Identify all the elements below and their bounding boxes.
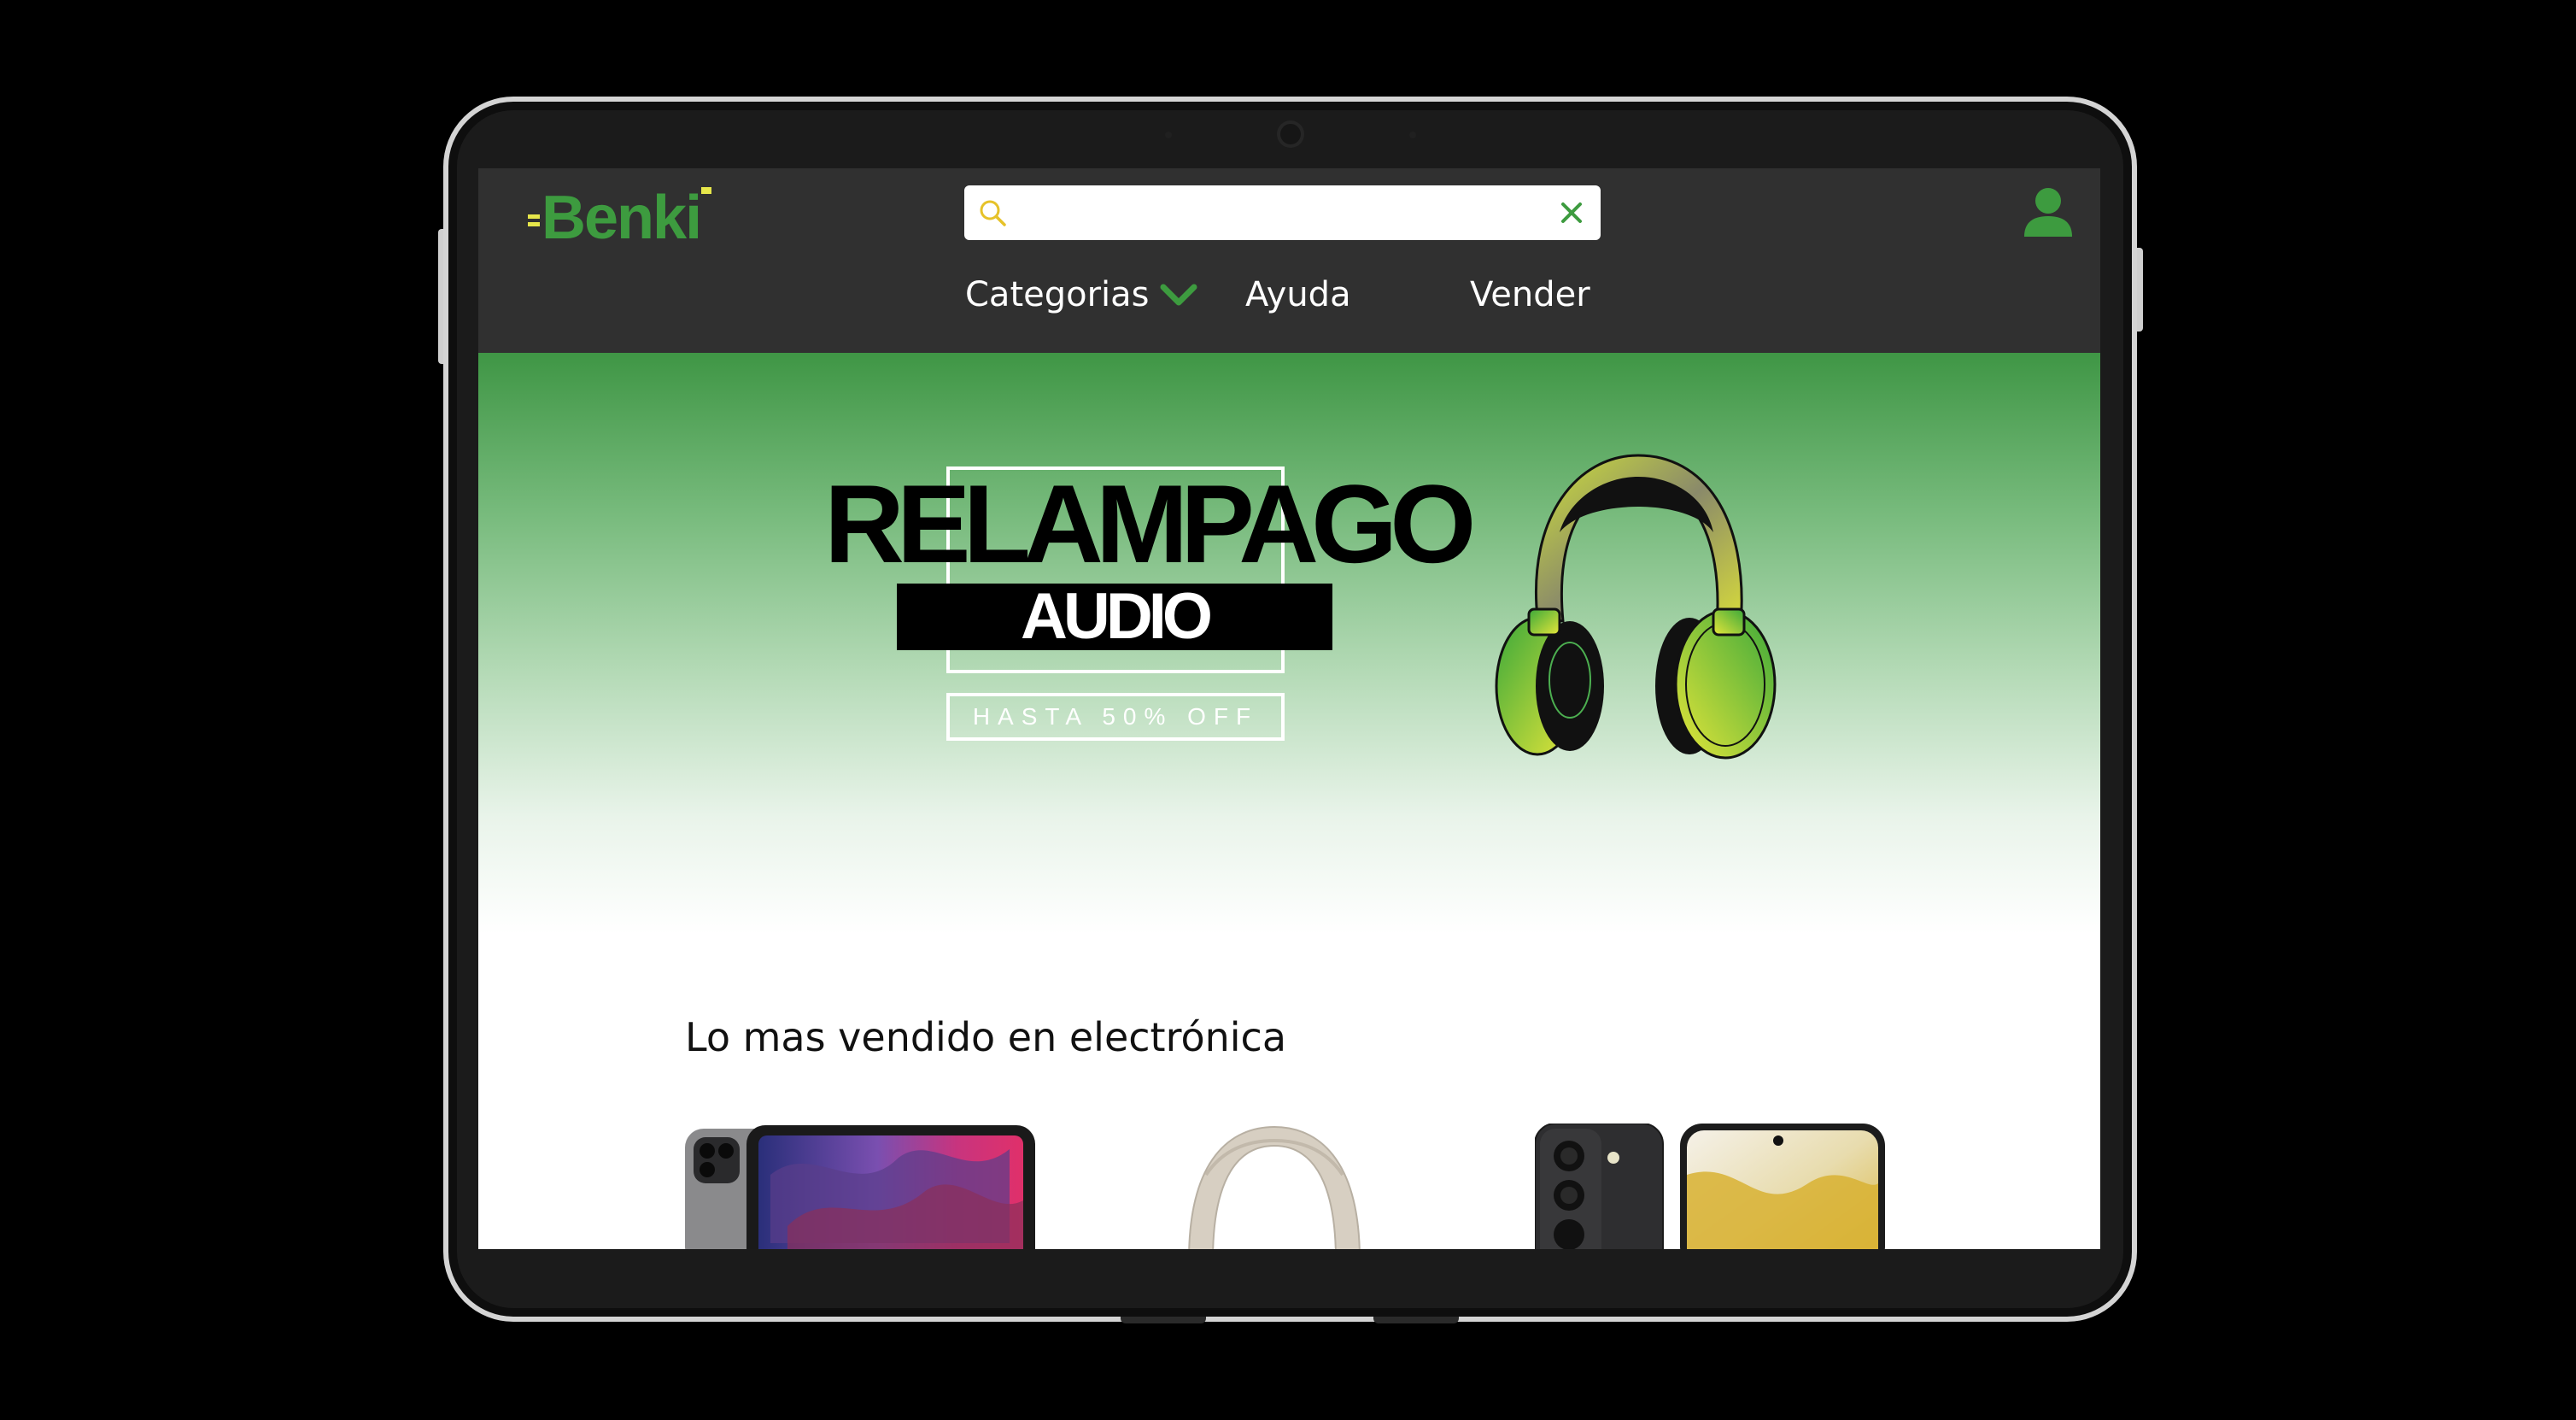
search-input[interactable] <box>1017 192 1530 233</box>
product-card-smartphone[interactable] <box>1535 1124 1885 1249</box>
tablet-connector <box>1121 1317 1206 1323</box>
banner-offer: HASTA 50% OFF <box>946 693 1285 741</box>
logo-accent-bars <box>528 214 540 226</box>
banner-subtitle-band: AUDIO <box>897 584 1332 650</box>
product-card-tablet[interactable] <box>685 1124 1035 1249</box>
chevron-down-icon <box>1160 284 1197 306</box>
product-card-headphones[interactable] <box>1180 1124 1531 1249</box>
tablet-connector <box>1373 1317 1459 1323</box>
nav-vender[interactable]: Vender <box>1470 267 1590 322</box>
search-bar[interactable] <box>964 185 1601 240</box>
front-camera <box>1280 124 1301 144</box>
site-header: Benki Categorias Ayuda Vender <box>478 168 2100 353</box>
search-icon[interactable] <box>978 198 1007 227</box>
tablet-screen: Benki Categorias Ayuda Vender RELAMPAGO … <box>478 168 2100 1249</box>
banner-subtitle: AUDIO <box>1021 580 1213 653</box>
banner-title: RELAMPAGO <box>824 461 1476 586</box>
sensor-dot <box>1165 132 1172 138</box>
benki-logo[interactable]: Benki <box>528 184 711 252</box>
nav-ayuda-label: Ayuda <box>1245 275 1351 314</box>
headphones-illustration <box>1495 454 1777 760</box>
section-title: Lo mas vendido en electrónica <box>685 1014 1287 1060</box>
user-account-icon[interactable] <box>2021 184 2075 238</box>
nav-vender-label: Vender <box>1470 275 1590 314</box>
close-icon[interactable] <box>1558 199 1585 226</box>
headphones-product-image <box>1188 1125 1361 1249</box>
smartphone-product-image <box>1535 1124 1885 1249</box>
tablet-product-image <box>685 1125 1035 1249</box>
nav-categorias[interactable]: Categorias <box>965 267 1199 322</box>
logo-text: Benki <box>542 184 702 252</box>
logo-accent-dot <box>701 187 711 194</box>
promo-banner[interactable]: RELAMPAGO AUDIO HASTA 50% OFF <box>478 353 2100 934</box>
nav-categorias-label: Categorias <box>965 275 1150 314</box>
nav-ayuda[interactable]: Ayuda <box>1245 267 1351 322</box>
sensor-dot <box>1409 132 1416 138</box>
